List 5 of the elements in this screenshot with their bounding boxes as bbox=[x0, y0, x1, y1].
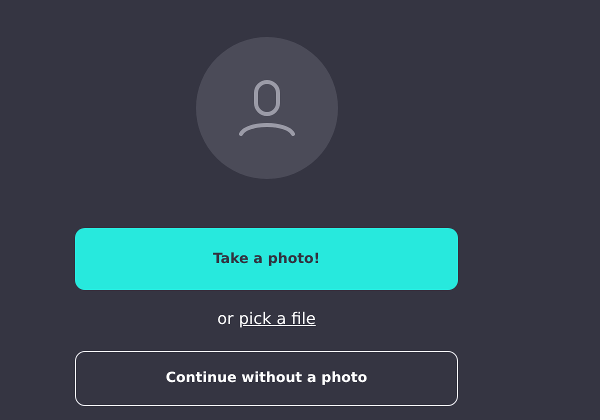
user-icon bbox=[236, 78, 296, 138]
continue-button[interactable]: Continue without a photo bbox=[75, 351, 458, 406]
pick-file-text: or pick a file bbox=[216, 308, 317, 330]
take-photo-button[interactable]: Take a photo! bbox=[75, 228, 458, 290]
pick-file-link[interactable]: pick a file bbox=[238, 309, 316, 328]
